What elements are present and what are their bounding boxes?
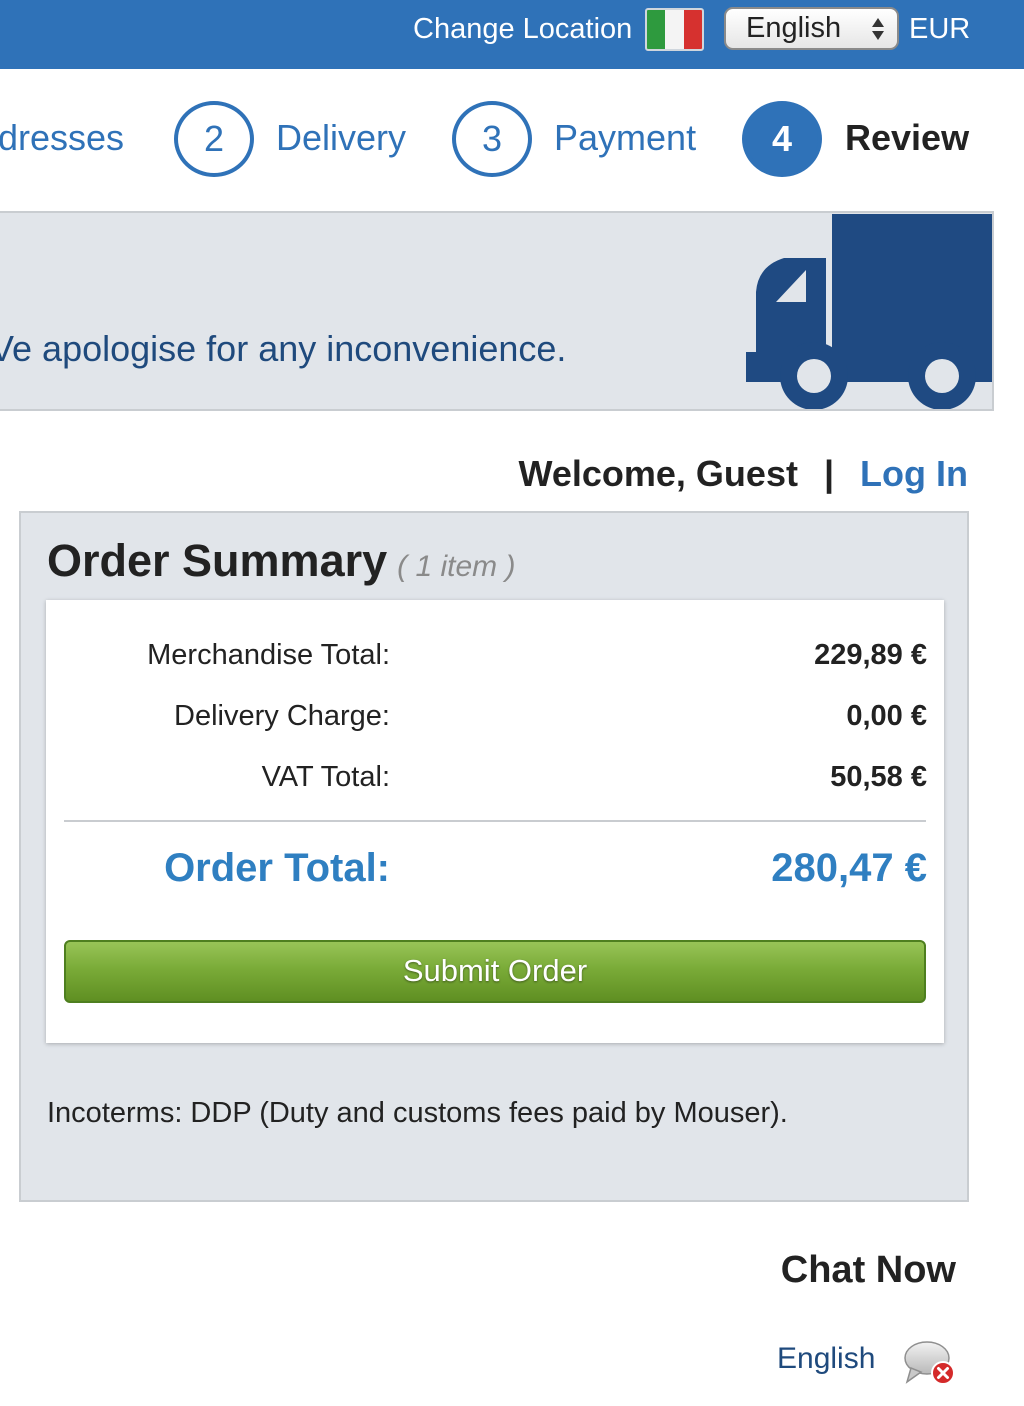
login-link[interactable]: Log In xyxy=(860,453,968,494)
delivery-charge-label: Delivery Charge: xyxy=(174,700,390,732)
order-summary-card: Merchandise Total: 229,89 € Delivery Cha… xyxy=(46,600,944,1043)
order-summary-panel: Order Summary ( 1 item ) Merchandise Tota… xyxy=(19,511,969,1202)
step-3-circle[interactable]: 3 xyxy=(452,101,532,177)
order-item-count: ( 1 item ) xyxy=(397,550,516,583)
merchandise-total-label: Merchandise Total: xyxy=(147,639,390,671)
chat-offline-icon[interactable] xyxy=(903,1340,957,1388)
order-total-value: 280,47 € xyxy=(771,846,927,890)
flag-stripe-white xyxy=(665,10,684,49)
merchandise-total-value: 229,89 € xyxy=(814,639,927,671)
incoterms-note: Incoterms: DDP (Duty and customs fees pa… xyxy=(47,1097,788,1129)
delivery-charge-value: 0,00 € xyxy=(846,700,927,732)
chat-language-link[interactable]: English xyxy=(777,1341,875,1377)
select-arrows-icon xyxy=(872,18,884,40)
welcome-separator: | xyxy=(823,453,835,494)
step-4-circle: 4 xyxy=(742,101,822,177)
italy-flag-icon[interactable] xyxy=(645,8,704,51)
flag-stripe-red xyxy=(683,10,702,49)
chat-now-heading: Chat Now xyxy=(780,1249,956,1291)
change-location-link[interactable]: Change Location xyxy=(413,12,632,46)
vat-total-label: VAT Total: xyxy=(261,761,390,793)
delivery-notice-banner: Ve apologise for any inconvenience. xyxy=(0,211,994,411)
order-summary-heading: Order Summary ( 1 item ) xyxy=(47,535,516,593)
language-select[interactable]: English xyxy=(724,7,899,50)
vat-total-value: 50,58 € xyxy=(830,761,927,793)
order-total-label: Order Total: xyxy=(164,846,390,890)
order-summary-title: Order Summary xyxy=(47,535,388,586)
banner-message: Ve apologise for any inconvenience. xyxy=(0,328,567,369)
step-payment-label[interactable]: Payment xyxy=(554,116,696,160)
welcome-bar: Welcome, Guest | Log In xyxy=(0,452,968,496)
step-delivery-label[interactable]: Delivery xyxy=(276,116,406,160)
flag-stripe-green xyxy=(647,10,666,49)
welcome-greeting: Welcome, Guest xyxy=(518,453,798,494)
currency-label[interactable]: EUR xyxy=(909,12,970,46)
step-review-label: Review xyxy=(845,117,970,158)
truck-icon xyxy=(746,214,992,409)
top-bar: Change Location English EUR xyxy=(0,0,1024,69)
step-addresses-label[interactable]: dresses xyxy=(0,116,124,160)
summary-divider xyxy=(64,820,926,822)
language-select-value: English xyxy=(746,12,842,44)
step-2-circle[interactable]: 2 xyxy=(174,101,254,177)
submit-order-button[interactable]: Submit Order xyxy=(64,940,926,1003)
